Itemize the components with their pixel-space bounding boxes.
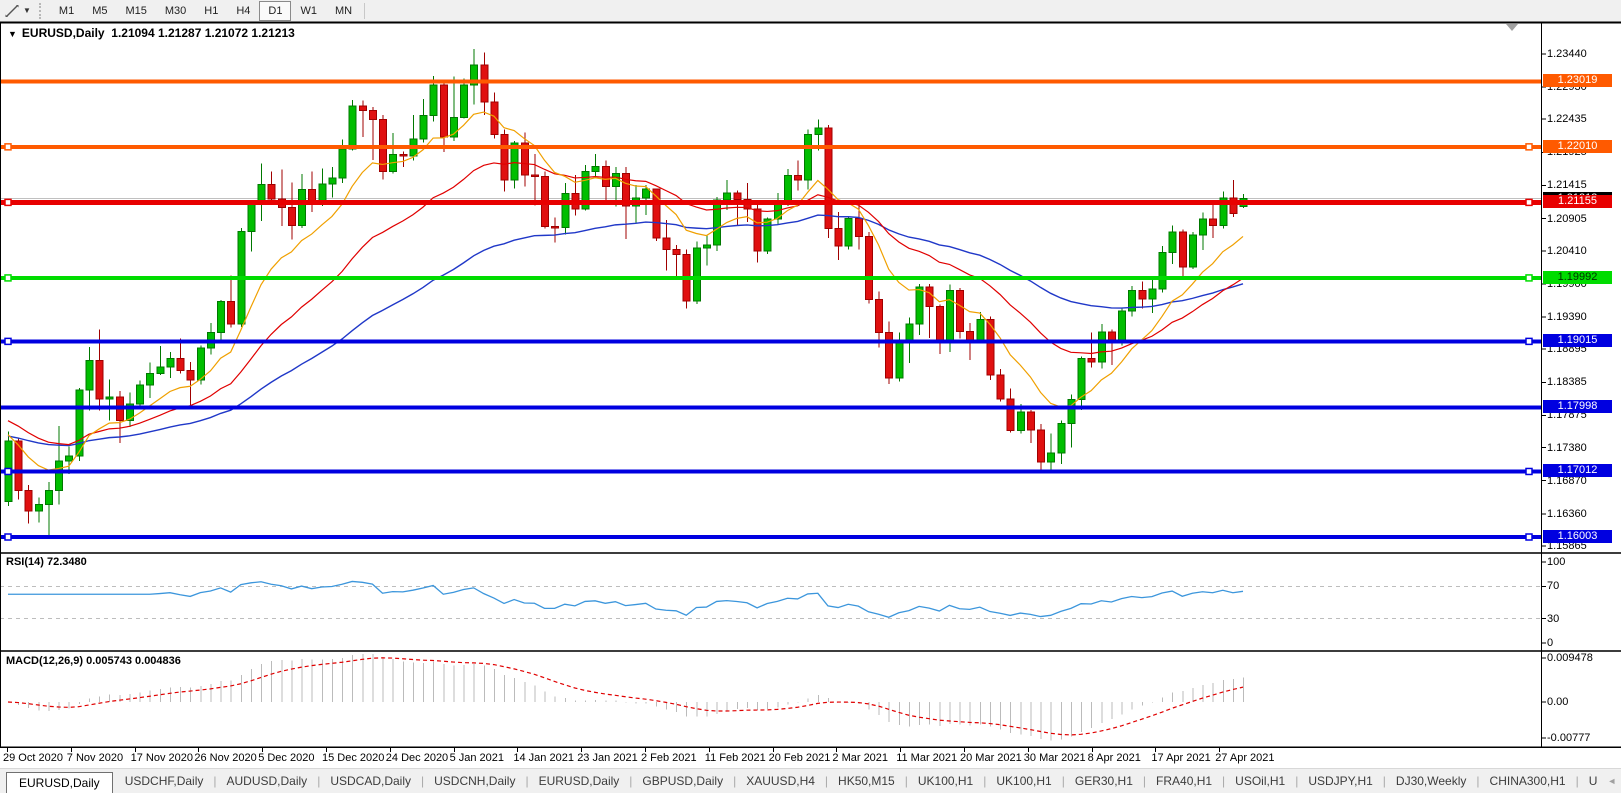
timeframe-button-m30[interactable]: M30 <box>156 1 195 21</box>
collapse-triangle-icon[interactable]: ▼ <box>8 29 17 39</box>
chart-ohlc-values: 1.21094 1.21287 1.21072 1.21213 <box>111 26 295 40</box>
chart-tab-dj30-weekly[interactable]: DJ30,Weekly <box>1386 772 1476 790</box>
hline-price-label[interactable]: 1.21155 <box>1543 195 1612 208</box>
chart-tab-hk50-m15[interactable]: HK50,M15 <box>828 772 905 790</box>
price-axis-tick: 1.17380 <box>1547 442 1587 455</box>
date-axis-label: 26 Nov 2020 <box>194 752 256 764</box>
chart-tab-xauusd-h4[interactable]: XAUUSD,H4 <box>736 772 825 790</box>
price-axis-tick: 1.23440 <box>1547 48 1587 61</box>
horizontal-line-1.16003 <box>0 535 1541 539</box>
tab-scroll-left-icon[interactable]: ◄ <box>1607 776 1616 786</box>
toolbar-separator <box>364 3 365 19</box>
chart-tab-audusd-daily[interactable]: AUDUSD,Daily <box>217 772 318 790</box>
rsi-indicator-label: RSI(14) 72.3480 <box>6 556 87 568</box>
line-studies-icon[interactable]: ▼ <box>0 1 35 21</box>
chart-tab-china300-h1[interactable]: CHINA300,H1 <box>1480 772 1576 790</box>
date-axis-label: 15 Dec 2020 <box>322 752 384 764</box>
chart-tab-eurusd-daily[interactable]: EURUSD,Daily <box>529 772 630 790</box>
chart-tab-usdchf-daily[interactable]: USDCHF,Daily <box>115 772 214 790</box>
chart-tab-bar: EURUSD,DailyUSDCHF,Daily|AUDUSD,Daily|US… <box>0 768 1621 793</box>
date-axis-label: 2 Feb 2021 <box>641 752 697 764</box>
hline-price-label[interactable]: 1.23019 <box>1543 74 1612 87</box>
date-axis-label: 11 Feb 2021 <box>705 752 766 764</box>
toolbar-grip <box>39 3 46 19</box>
date-axis-label: 27 Apr 2021 <box>1215 752 1274 764</box>
rsi-axis-tick: 30 <box>1547 613 1559 626</box>
hline-price-label[interactable]: 1.17998 <box>1543 400 1612 413</box>
date-axis-label: 2 Mar 2021 <box>832 752 888 764</box>
hline-price-label[interactable]: 1.19992 <box>1543 271 1612 284</box>
date-axis-label: 5 Dec 2020 <box>258 752 314 764</box>
chart-tab-usoil-h1[interactable]: USOil,H1 <box>1225 772 1295 790</box>
timeframe-button-group: M1M5M15M30H1H4D1W1MN <box>50 1 361 21</box>
date-axis-label: 17 Nov 2020 <box>131 752 193 764</box>
price-axis-tick: 1.18385 <box>1547 376 1587 389</box>
chart-tab-eurusd-daily[interactable]: EURUSD,Daily <box>6 772 113 793</box>
macd-axis-tick: 0.009478 <box>1547 652 1593 665</box>
rsi-axis-tick: 0 <box>1547 637 1553 650</box>
timeframe-button-m15[interactable]: M15 <box>116 1 155 21</box>
chart-symbol-period: EURUSD,Daily <box>22 26 105 40</box>
horizontal-line-1.17012 <box>0 469 1541 473</box>
horizontal-line-1.21155 <box>0 200 1541 205</box>
horizontal-line-1.19015 <box>0 339 1541 343</box>
date-axis-label: 30 Mar 2021 <box>1024 752 1086 764</box>
timeframe-button-m1[interactable]: M1 <box>50 1 83 21</box>
timeframe-button-w1[interactable]: W1 <box>291 1 326 21</box>
price-axis-tick: 1.21415 <box>1547 179 1587 192</box>
price-axis-tick: 1.19390 <box>1547 311 1587 324</box>
timeframe-button-m5[interactable]: M5 <box>83 1 116 21</box>
horizontal-line-1.23019 <box>0 79 1541 83</box>
hline-price-label[interactable]: 1.22010 <box>1543 140 1612 153</box>
price-axis-tick: 1.22435 <box>1547 113 1587 126</box>
tab-scroll-arrows: ◄► <box>1607 776 1621 786</box>
chart-canvas[interactable] <box>0 0 1621 792</box>
date-axis-label: 11 Mar 2021 <box>896 752 957 764</box>
horizontal-line-1.22010 <box>0 145 1541 149</box>
macd-axis-tick: 0.00 <box>1547 696 1568 709</box>
chart-tab-usdcnh-daily[interactable]: USDCNH,Daily <box>424 772 525 790</box>
chart-tab-usdjpy-h1[interactable]: USDJPY,H1 <box>1298 772 1382 790</box>
date-axis-label: 23 Jan 2021 <box>577 752 638 764</box>
timeframe-button-h4[interactable]: H4 <box>227 1 259 21</box>
date-axis-label: 8 Apr 2021 <box>1088 752 1141 764</box>
date-axis-label: 20 Feb 2021 <box>769 752 831 764</box>
chart-tab-usdcad-daily[interactable]: USDCAD,Daily <box>320 772 421 790</box>
timeframe-button-d1[interactable]: D1 <box>259 1 291 21</box>
rsi-axis-tick: 70 <box>1547 580 1559 593</box>
date-axis-label: 7 Nov 2020 <box>67 752 123 764</box>
macd-axis-tick: -0.00777 <box>1547 732 1590 745</box>
date-axis-label: 17 Apr 2021 <box>1151 752 1210 764</box>
chart-tab-ger30-h1[interactable]: GER30,H1 <box>1065 772 1143 790</box>
price-axis-tick: 1.20410 <box>1547 245 1587 258</box>
timeframe-button-mn[interactable]: MN <box>326 1 361 21</box>
macd-indicator-label: MACD(12,26,9) 0.005743 0.004836 <box>6 655 181 667</box>
toolbar: ▼ M1M5M15M30H1H4D1W1MN <box>0 0 1621 21</box>
chart-tab-u[interactable]: U <box>1579 772 1608 790</box>
horizontal-line-1.19992 <box>0 276 1541 280</box>
price-axis-tick: 1.20905 <box>1547 213 1587 226</box>
date-axis-label: 5 Jan 2021 <box>450 752 504 764</box>
date-axis-label: 24 Dec 2020 <box>386 752 448 764</box>
chart-title: ▼ EURUSD,Daily 1.21094 1.21287 1.21072 1.… <box>8 26 295 40</box>
hline-price-label[interactable]: 1.17012 <box>1543 464 1612 477</box>
date-axis-label: 29 Oct 2020 <box>3 752 63 764</box>
chart-tab-uk100-h1[interactable]: UK100,H1 <box>908 772 983 790</box>
chart-tab-uk100-h1[interactable]: UK100,H1 <box>986 772 1061 790</box>
date-axis-label: 20 Mar 2021 <box>960 752 1022 764</box>
hline-price-label[interactable]: 1.16003 <box>1543 530 1612 543</box>
timeframe-button-h1[interactable]: H1 <box>195 1 227 21</box>
chevron-down-icon: ▼ <box>23 6 31 15</box>
hline-price-label[interactable]: 1.19015 <box>1543 334 1612 347</box>
chart-tab-fra40-h1[interactable]: FRA40,H1 <box>1146 772 1222 790</box>
price-axis-tick: 1.16360 <box>1547 508 1587 521</box>
date-axis-label: 14 Jan 2021 <box>513 752 574 764</box>
chart-tab-gbpusd-daily[interactable]: GBPUSD,Daily <box>632 772 733 790</box>
horizontal-line-1.17998 <box>0 405 1541 409</box>
rsi-axis-tick: 100 <box>1547 556 1565 569</box>
